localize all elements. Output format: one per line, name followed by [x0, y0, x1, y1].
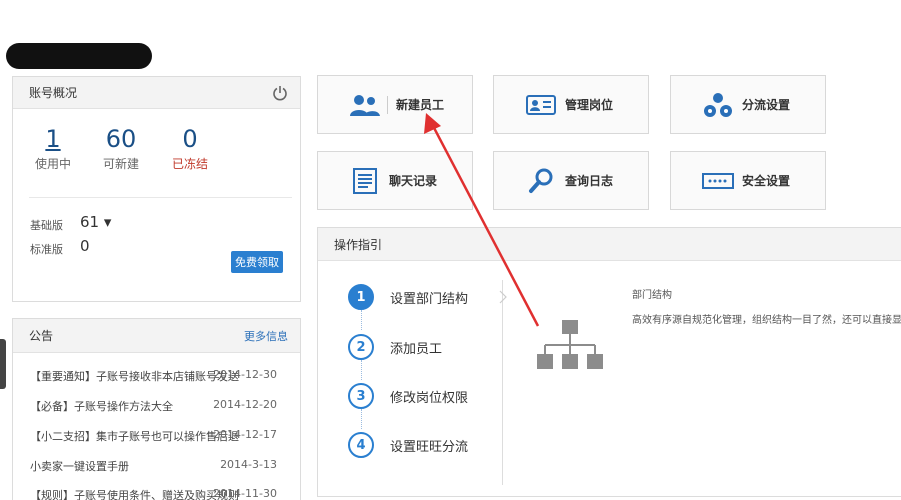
notice-item-text[interactable]: 【规则】子账号使用条件、赠送及购买规则 — [30, 487, 239, 500]
tile-manage-positions-label: 管理岗位 — [565, 98, 614, 112]
notice-item[interactable]: 【规则】子账号使用条件、赠送及购买规则 2014-11-30 — [13, 487, 300, 500]
edition-standard: 标准版 0 — [30, 237, 90, 257]
tile-query-log[interactable]: 查询日志 — [493, 151, 649, 210]
tile-new-staff[interactable]: 新建员工 — [317, 75, 473, 134]
notice-item-text[interactable]: 【重要通知】子账号接收非本店铺账号发送 — [30, 368, 239, 384]
guide-desc-text: 高效有序源自规范化管理，组织结构一目了然，还可以直接显示 — [632, 315, 901, 326]
stat-frozen-value: 0 — [182, 125, 198, 153]
power-icon[interactable] — [272, 85, 288, 101]
users-icon — [349, 91, 381, 119]
search-icon — [525, 167, 557, 195]
operation-guide-header: 操作指引 — [318, 228, 901, 261]
stat-frozen-label: 已冻结 — [171, 157, 208, 171]
tile-separator — [387, 95, 388, 114]
stat-available-label: 可新建 — [102, 157, 139, 171]
account-overview-header: 账号概况 — [13, 77, 300, 109]
step-divider — [502, 280, 503, 485]
step-label: 设置部门结构 — [390, 291, 469, 307]
stat-in-use-value[interactable]: 1 — [18, 125, 88, 153]
step-number: 1 — [348, 284, 374, 310]
step-number: 3 — [348, 383, 374, 409]
stat-available-value: 60 — [105, 125, 137, 153]
side-collapse-tab[interactable] — [0, 339, 6, 389]
guide-step-2[interactable]: 2 添加员工 — [348, 334, 442, 360]
guide-desc-title: 部门结构 — [632, 290, 672, 301]
tile-split-settings-label: 分流设置 — [742, 98, 791, 112]
step-connector — [361, 409, 362, 429]
step-label: 添加员工 — [390, 341, 443, 357]
step-number: 2 — [348, 334, 374, 360]
step-label: 设置旺旺分流 — [390, 439, 469, 455]
stat-in-use-label: 使用中 — [34, 157, 71, 171]
guide-step-3[interactable]: 3 修改岗位权限 — [348, 383, 468, 409]
notice-item[interactable]: 小卖家一键设置手册 2014-3-13 — [13, 458, 300, 478]
tile-chat-records-label: 聊天记录 — [389, 174, 438, 188]
edition-standard-name: 标准版 — [30, 243, 63, 256]
tile-query-log-label: 查询日志 — [565, 174, 614, 188]
notice-item-text[interactable]: 小卖家一键设置手册 — [30, 458, 129, 474]
step-label: 修改岗位权限 — [390, 390, 469, 406]
split-flow-icon — [702, 91, 734, 119]
org-chart-icon — [537, 320, 603, 369]
tile-new-staff-label: 新建员工 — [396, 98, 445, 112]
redacted-title — [6, 43, 152, 69]
notice-item-text[interactable]: 【小二支招】集市子账号也可以操作售后退 — [30, 428, 239, 444]
operation-guide-panel: 操作指引 1 设置部门结构 2 添加员工 3 修改岗位权限 4 设置旺旺分流 部… — [317, 227, 901, 497]
stat-frozen: 0 已冻结 — [155, 125, 225, 172]
id-card-icon — [525, 91, 557, 119]
notice-item[interactable]: 【小二支招】集市子账号也可以操作售后退 2014-12-17 — [13, 428, 300, 448]
notice-item-date: 2014-12-17 — [213, 428, 277, 441]
tile-security-settings-label: 安全设置 — [742, 174, 791, 188]
edition-standard-count: 0 — [80, 237, 90, 255]
notice-panel: 公告 更多信息 【重要通知】子账号接收非本店铺账号发送 2014-12-30 【… — [12, 318, 301, 500]
account-overview-panel: 账号概况 1 使用中 60 可新建 0 已冻结 基础版 61 ▾ 标准版 0 免… — [12, 76, 301, 302]
notice-item-date: 2014-3-13 — [220, 458, 277, 471]
document-icon — [349, 167, 381, 195]
step-number: 4 — [348, 432, 374, 458]
more-info-link[interactable]: 更多信息 — [244, 328, 288, 344]
guide-step-4[interactable]: 4 设置旺旺分流 — [348, 432, 468, 458]
edition-basic-name: 基础版 — [30, 219, 63, 232]
tile-security-settings[interactable]: 安全设置 — [670, 151, 826, 210]
tile-chat-records[interactable]: 聊天记录 — [317, 151, 473, 210]
tile-split-settings[interactable]: 分流设置 — [670, 75, 826, 134]
notice-item[interactable]: 【重要通知】子账号接收非本店铺账号发送 2014-12-30 — [13, 368, 300, 388]
edition-basic-count-dropdown[interactable]: 61 ▾ — [80, 213, 111, 231]
notice-item-date: 2014-12-30 — [213, 368, 277, 381]
notice-item-date: 2014-11-30 — [213, 487, 277, 500]
guide-step-1[interactable]: 1 设置部门结构 — [348, 284, 468, 310]
step-connector — [361, 360, 362, 380]
notice-item-date: 2014-12-20 — [213, 398, 277, 411]
step-connector — [361, 310, 362, 330]
notice-item[interactable]: 【必备】子账号操作方法大全 2014-12-20 — [13, 398, 300, 418]
edition-basic: 基础版 61 ▾ — [30, 213, 111, 233]
notice-title: 公告 — [29, 329, 54, 343]
operation-guide-title: 操作指引 — [334, 237, 383, 252]
password-icon — [702, 167, 734, 195]
account-overview-title: 账号概况 — [29, 86, 78, 100]
notice-item-text[interactable]: 【必备】子账号操作方法大全 — [30, 398, 173, 414]
notice-header: 公告 更多信息 — [13, 319, 300, 353]
stat-in-use[interactable]: 1 使用中 — [18, 125, 88, 172]
divider — [29, 197, 292, 198]
stat-available: 60 可新建 — [86, 125, 156, 172]
free-claim-button[interactable]: 免费领取 — [231, 251, 283, 273]
chevron-right-icon — [499, 290, 507, 304]
tile-manage-positions[interactable]: 管理岗位 — [493, 75, 649, 134]
